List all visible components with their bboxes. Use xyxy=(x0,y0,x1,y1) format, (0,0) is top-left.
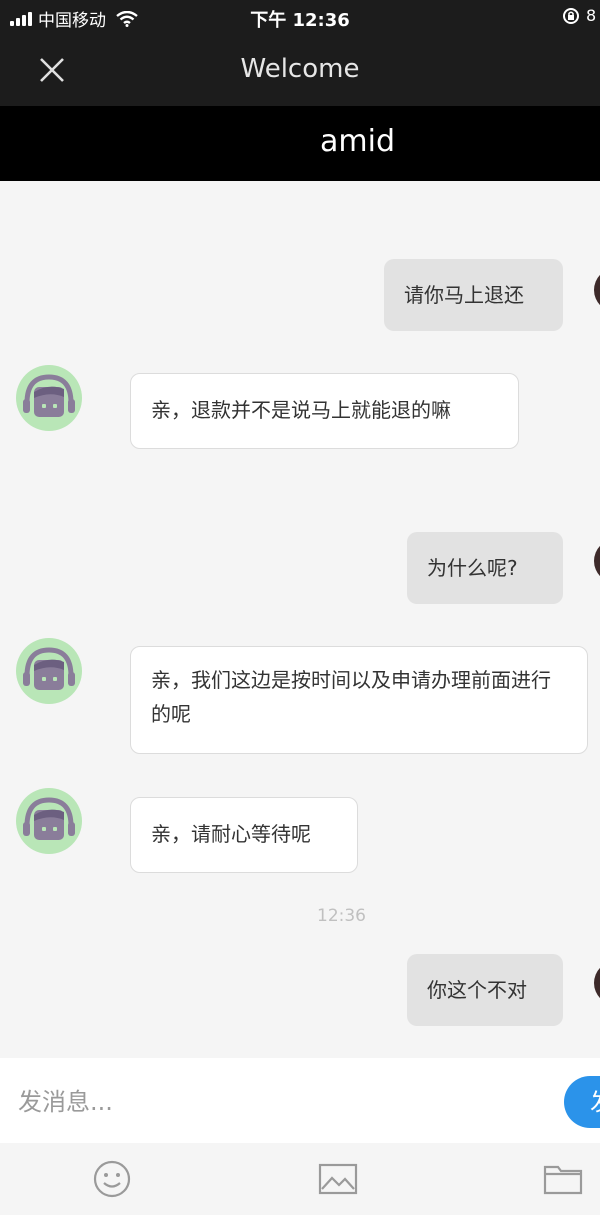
folder-icon[interactable] xyxy=(543,1159,583,1199)
message-bubble-outgoing[interactable]: 请你马上退还 xyxy=(384,259,563,331)
send-button[interactable]: 发送 xyxy=(564,1076,600,1128)
bottom-toolbar xyxy=(0,1143,600,1215)
chat-screen: 中国移动 下午 12:36 8 Welcome amid 请你马上退还 亲，退款… xyxy=(0,0,600,1215)
image-icon[interactable] xyxy=(318,1159,358,1199)
message-bubble-outgoing[interactable]: 为什么呢? xyxy=(407,532,563,604)
self-avatar xyxy=(594,961,600,1005)
emoji-icon[interactable] xyxy=(92,1159,132,1199)
status-bar: 中国移动 下午 12:36 8 xyxy=(0,0,600,34)
chat-subheader: amid xyxy=(0,106,600,181)
message-input[interactable] xyxy=(18,1080,538,1124)
status-time: 下午 12:36 xyxy=(250,10,350,31)
input-bar: 发送 xyxy=(0,1058,600,1143)
self-avatar xyxy=(594,268,600,312)
title-bar: Welcome xyxy=(0,34,600,106)
battery-text: 8 xyxy=(586,6,597,25)
message-bubble-incoming[interactable]: 亲，我们这边是按时间以及申请办理前面进行的呢 xyxy=(130,646,588,754)
message-bubble-outgoing[interactable]: 你这个不对 xyxy=(407,954,563,1026)
agent-avatar xyxy=(16,365,82,431)
contact-name: amid xyxy=(320,124,395,159)
rotation-lock-icon xyxy=(563,7,579,24)
page-title: Welcome xyxy=(240,54,360,84)
agent-avatar xyxy=(16,638,82,704)
message-timestamp: 12:36 xyxy=(317,906,366,926)
agent-avatar xyxy=(16,788,82,854)
self-avatar xyxy=(594,539,600,583)
status-right: 8 xyxy=(562,6,600,25)
message-bubble-incoming[interactable]: 亲，退款并不是说马上就能退的嘛 xyxy=(130,373,519,449)
message-bubble-incoming[interactable]: 亲，请耐心等待呢 xyxy=(130,797,358,873)
